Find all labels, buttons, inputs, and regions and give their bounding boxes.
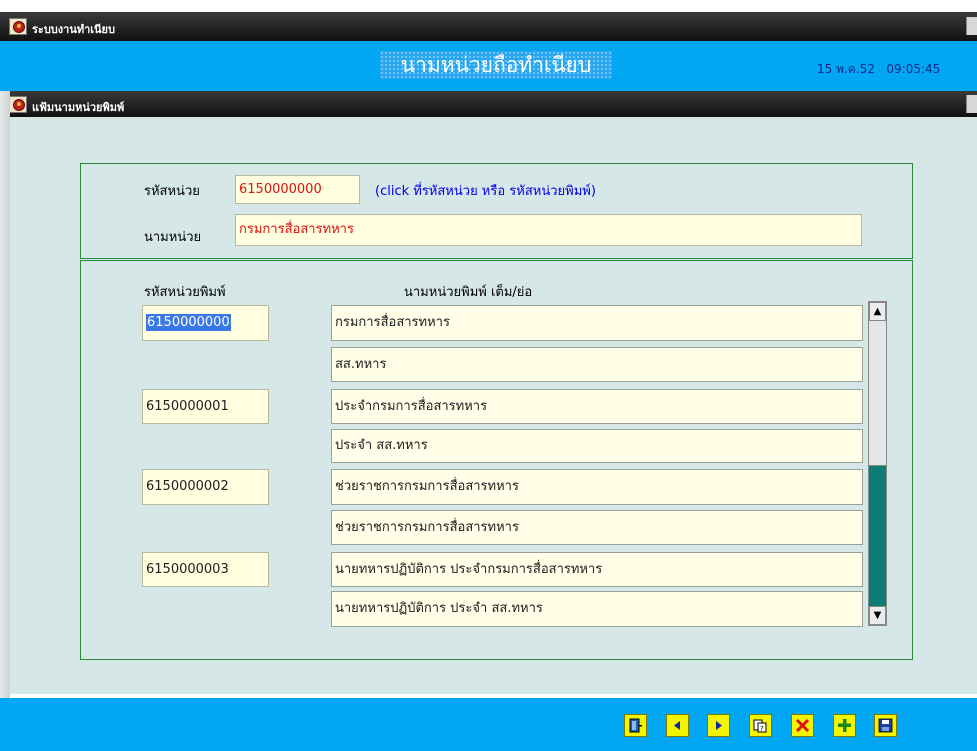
print-code-field[interactable]: 6150000003	[142, 552, 269, 587]
previous-icon	[674, 721, 680, 730]
print-code-column-header: รหัสหน่วยพิมพ์	[144, 285, 226, 300]
search-button[interactable]: ?	[749, 714, 772, 737]
header-bar: นามหน่วยถือทำเนียบ 15 พ.ค.52 09:05:45	[0, 41, 977, 91]
scroll-up-button[interactable]: ▲	[869, 302, 886, 321]
print-name-short-field[interactable]: ประจำ สส.ทหาร	[331, 429, 863, 463]
print-name-full-field[interactable]: ประจำกรมการสื่อสารทหาร	[331, 389, 863, 424]
exit-button[interactable]	[624, 714, 647, 737]
subwindow-titlebar: แฟ้มนามหน่วยพิมพ์	[0, 91, 977, 117]
window-control-button[interactable]	[966, 17, 977, 35]
window-title: ระบบงานทำเนียบ	[32, 23, 115, 36]
unit-name-label: นามหน่วย	[144, 230, 202, 245]
search-icon: ?	[753, 719, 767, 733]
window-titlebar: ระบบงานทำเนียบ	[0, 12, 977, 41]
print-code-selected-text: 6150000000	[146, 314, 231, 331]
print-list-scrollbar[interactable]: ▲ ▼	[868, 301, 887, 626]
next-button[interactable]	[707, 714, 730, 737]
exit-door-icon	[629, 718, 642, 733]
print-name-full-field[interactable]: กรมการสื่อสารทหาร	[331, 305, 863, 341]
svg-text:?: ?	[760, 725, 764, 733]
subwindow-title: แฟ้มนามหน่วยพิมพ์	[32, 101, 125, 114]
print-name-short-field[interactable]: นายทหารปฏิบัติการ ประจำ สส.ทหาร	[331, 591, 863, 627]
print-code-field[interactable]: 6150000001	[142, 389, 269, 424]
subwindow-control-button[interactable]	[966, 95, 977, 113]
print-code-field[interactable]: 6150000002	[142, 469, 269, 505]
unit-code-field[interactable]: 6150000000	[235, 175, 360, 204]
unit-name-field[interactable]: กรมการสื่อสารทหาร	[235, 214, 862, 246]
window-frame	[0, 91, 10, 698]
print-code-field[interactable]: 6150000000	[142, 305, 269, 341]
bottom-toolbar	[0, 698, 977, 751]
header-datetime: 15 พ.ค.52 09:05:45	[817, 60, 940, 79]
delete-button[interactable]	[791, 714, 814, 737]
previous-button[interactable]	[666, 714, 689, 737]
unit-code-label: รหัสหน่วย	[144, 184, 200, 199]
print-name-column-header: นามหน่วยพิมพ์ เต็ม/ย่อ	[404, 285, 533, 300]
header-time: 09:05:45	[886, 62, 941, 76]
print-name-full-field[interactable]: นายทหารปฏิบัติการ ประจำกรมการสื่อสารทหาร	[331, 552, 863, 587]
scroll-down-button[interactable]: ▼	[869, 606, 886, 625]
delete-icon	[795, 718, 810, 733]
next-icon	[716, 721, 722, 730]
page-title: นามหน่วยถือทำเนียบ	[380, 51, 612, 79]
add-icon	[838, 719, 851, 732]
header-date: 15 พ.ค.52	[817, 62, 875, 76]
save-button[interactable]	[874, 714, 897, 737]
print-name-short-field[interactable]: สส.ทหาร	[331, 347, 863, 382]
scroll-thumb[interactable]	[869, 321, 886, 466]
save-icon	[878, 718, 893, 733]
app-icon	[9, 18, 27, 35]
subwindow-icon	[9, 96, 27, 113]
unit-code-hint: (click ที่รหัสหน่วย หรือ รหัสหน่วยพิมพ์)	[375, 184, 596, 199]
add-button[interactable]	[833, 714, 856, 737]
print-name-short-field[interactable]: ช่วยราชการกรมการสื่อสารทหาร	[331, 510, 863, 545]
print-name-full-field[interactable]: ช่วยราชการกรมการสื่อสารทหาร	[331, 469, 863, 505]
